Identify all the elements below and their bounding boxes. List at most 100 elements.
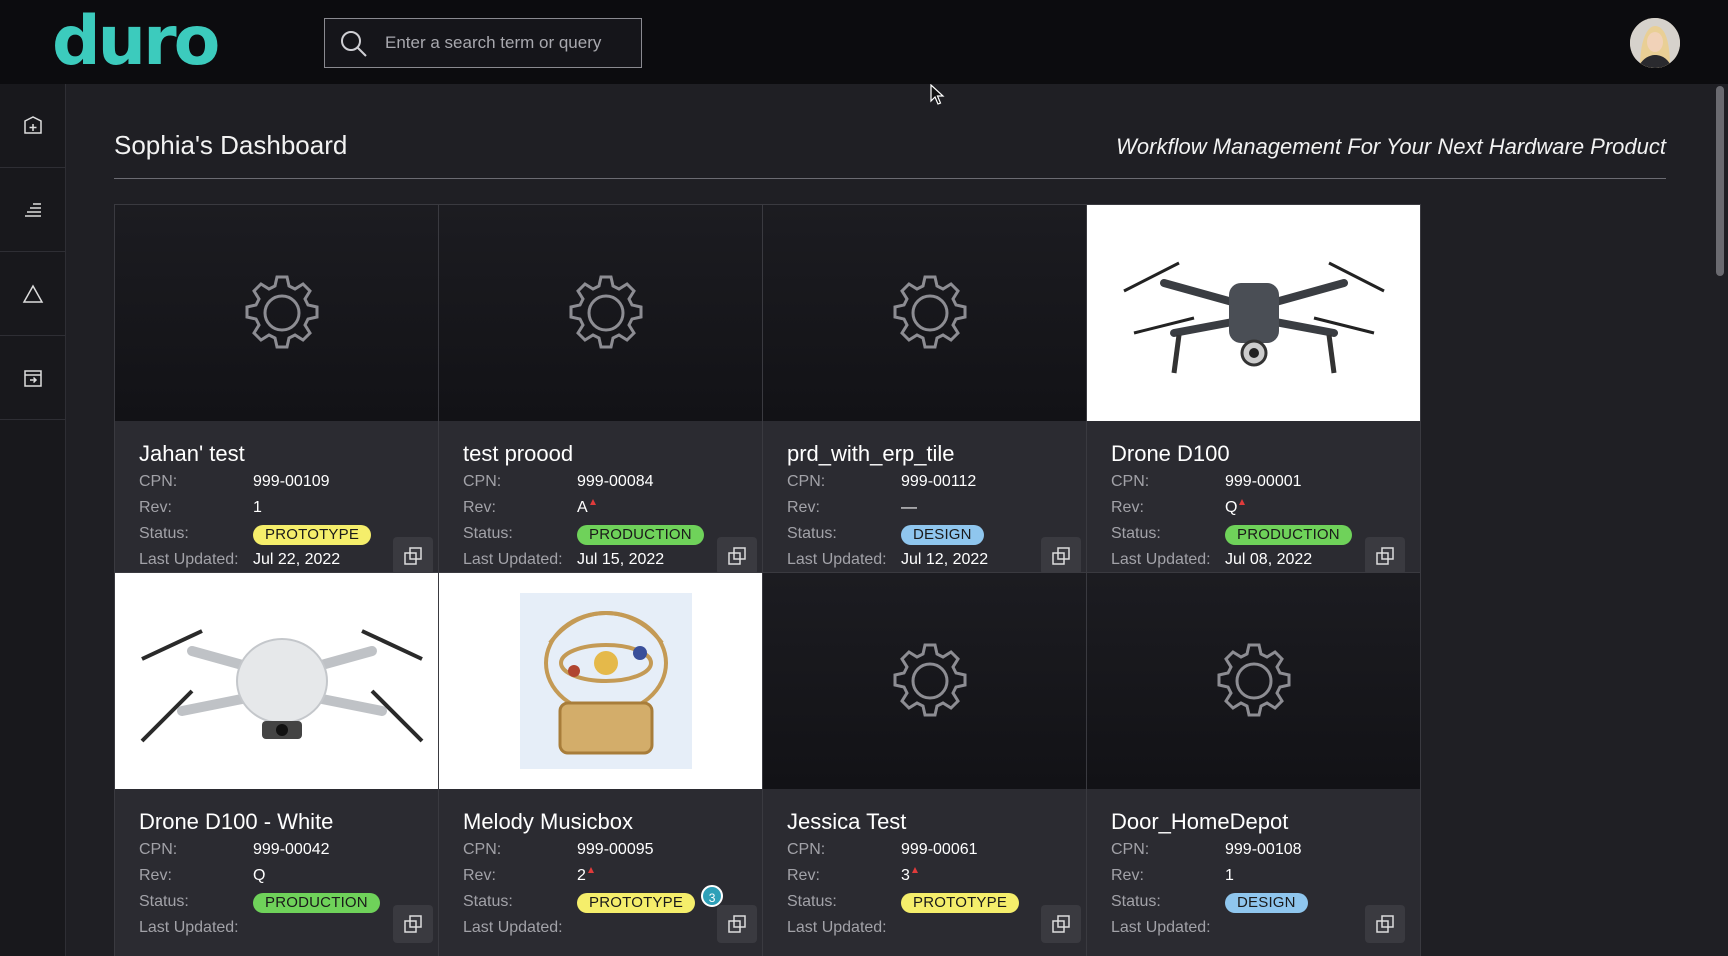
- status-badge: PRODUCTION: [1225, 525, 1352, 545]
- product-card[interactable]: prd_with_erp_tile CPN: 999-00112 Rev: — Statu…: [762, 204, 1097, 590]
- status-value-wrap: DESIGN: [901, 525, 984, 545]
- product-thumbnail[interactable]: [1087, 205, 1420, 421]
- rev-label: Rev:: [1111, 499, 1144, 516]
- status-label: Status:: [1111, 893, 1161, 910]
- rev-value-wrap: A: [577, 499, 596, 517]
- product-name[interactable]: Door_HomeDepot: [1111, 809, 1288, 835]
- sidebar-item-change-orders[interactable]: [0, 252, 65, 336]
- user-avatar[interactable]: [1630, 18, 1680, 68]
- duplicate-button[interactable]: [1041, 537, 1081, 575]
- updated-label: Last Updated:: [787, 919, 887, 936]
- duplicate-button[interactable]: [393, 905, 433, 943]
- product-thumbnail[interactable]: [763, 573, 1096, 789]
- product-thumbnail[interactable]: [115, 205, 448, 421]
- updated-value: Jul 12, 2022: [901, 551, 989, 568]
- cpn-value: 999-00001: [1225, 473, 1302, 490]
- cpn-value: 999-00042: [253, 841, 330, 858]
- duplicate-button[interactable]: [717, 537, 757, 575]
- import-icon: [23, 369, 42, 387]
- search-icon: [341, 31, 367, 57]
- cpn-value: 999-00095: [577, 841, 654, 858]
- product-name[interactable]: Drone D100 - White: [139, 809, 333, 835]
- updated-label: Last Updated:: [787, 551, 887, 568]
- sidebar-item-new-product[interactable]: [0, 84, 65, 168]
- product-card[interactable]: Jessica Test CPN: 999-00061 Rev: 3 Status: PRO…: [762, 572, 1097, 956]
- status-value-wrap: DESIGN: [1225, 893, 1308, 913]
- top-bar: duro: [0, 0, 1728, 84]
- app-window: duro Enter a search term or query Sophia…: [0, 0, 1728, 956]
- search-box[interactable]: [324, 18, 642, 68]
- rev-value-wrap: Q: [1225, 499, 1246, 517]
- product-thumbnail[interactable]: [439, 205, 772, 421]
- rev-value: Q: [253, 867, 266, 884]
- cpn-value: 999-00112: [901, 473, 977, 490]
- cpn-label: CPN:: [139, 841, 178, 858]
- duplicate-button[interactable]: [717, 905, 757, 943]
- duplicate-icon: [1376, 915, 1394, 933]
- tagline: Workflow Management For Your Next Hardwa…: [1116, 134, 1666, 159]
- vertical-scrollbar[interactable]: [1712, 84, 1728, 956]
- duplicate-button[interactable]: [1365, 537, 1405, 575]
- sidebar-item-search-list[interactable]: [0, 168, 65, 252]
- rev-label: Rev:: [787, 867, 820, 884]
- duro-logo[interactable]: duro: [52, 8, 220, 76]
- rev-value: 1: [1225, 867, 1234, 884]
- product-card[interactable]: Drone D100 - White CPN: 999-00042 Rev: Q Stat…: [114, 572, 449, 956]
- product-thumbnail[interactable]: [763, 205, 1096, 421]
- duplicate-button[interactable]: [1365, 905, 1405, 943]
- rev-modified-icon: [589, 499, 596, 505]
- product-name[interactable]: Jahan' test: [139, 441, 245, 467]
- rev-value-wrap: 2: [577, 867, 594, 885]
- product-card[interactable]: test proood CPN: 999-00084 Rev: A Status: PROD…: [438, 204, 773, 590]
- updated-label: Last Updated:: [463, 919, 563, 936]
- notification-badge[interactable]: 3: [701, 885, 724, 907]
- cpn-label: CPN:: [1111, 473, 1150, 490]
- cpn-label: CPN:: [463, 473, 502, 490]
- product-card[interactable]: Drone D100 CPN: 999-00001 Rev: Q Status: PRODU…: [1086, 204, 1421, 590]
- product-thumbnail[interactable]: [115, 573, 448, 789]
- updated-value: Jul 15, 2022: [577, 551, 665, 568]
- product-name[interactable]: Jessica Test: [787, 809, 906, 835]
- product-name[interactable]: prd_with_erp_tile: [787, 441, 955, 467]
- rev-value: 3: [901, 867, 910, 884]
- title-divider: [114, 178, 1666, 179]
- drone-dark-photo: [1103, 213, 1404, 413]
- updated-label: Last Updated:: [1111, 919, 1211, 936]
- cpn-label: CPN:: [139, 473, 178, 490]
- duplicate-button[interactable]: [1041, 905, 1081, 943]
- rev-value-wrap: 3: [901, 867, 918, 885]
- status-badge: DESIGN: [1225, 893, 1308, 913]
- product-thumbnail[interactable]: [1087, 573, 1420, 789]
- product-card[interactable]: Melody Musicbox CPN: 999-00095 Rev: 2 Status:…: [438, 572, 773, 956]
- rev-value: Q: [1225, 499, 1238, 516]
- status-label: Status:: [463, 893, 513, 910]
- duplicate-icon: [1376, 547, 1394, 565]
- gear-icon: [569, 275, 642, 349]
- sidebar-item-import[interactable]: [0, 336, 65, 420]
- updated-value: Jul 08, 2022: [1225, 551, 1313, 568]
- gear-icon: [893, 643, 966, 717]
- product-name[interactable]: test proood: [463, 441, 573, 467]
- status-badge: PRODUCTION: [577, 525, 704, 545]
- rev-value-wrap: 1: [253, 499, 262, 517]
- mouse-cursor-icon: [930, 84, 945, 105]
- status-value-wrap: PRODUCTION: [253, 893, 380, 913]
- gear-icon: [1217, 643, 1290, 717]
- product-card[interactable]: Jahan' test CPN: 999-00109 Rev: 1 Status: PROT…: [114, 204, 449, 590]
- status-label: Status:: [139, 893, 189, 910]
- search-input[interactable]: [385, 19, 635, 67]
- sidebar: [0, 84, 66, 956]
- product-name[interactable]: Melody Musicbox: [463, 809, 633, 835]
- rev-value-wrap: 1: [1225, 867, 1234, 885]
- scrollbar-thumb[interactable]: [1716, 86, 1724, 276]
- list-icon: [24, 202, 41, 217]
- product-name[interactable]: Drone D100: [1111, 441, 1230, 467]
- add-product-icon: [23, 115, 42, 134]
- product-thumbnail[interactable]: [439, 573, 772, 789]
- duplicate-button[interactable]: [393, 537, 433, 575]
- product-card[interactable]: Door_HomeDepot CPN: 999-00108 Rev: 1 Status: D…: [1086, 572, 1421, 956]
- status-label: Status:: [139, 525, 189, 542]
- rev-label: Rev:: [1111, 867, 1144, 884]
- status-label: Status:: [463, 525, 513, 542]
- duplicate-icon: [1052, 547, 1070, 565]
